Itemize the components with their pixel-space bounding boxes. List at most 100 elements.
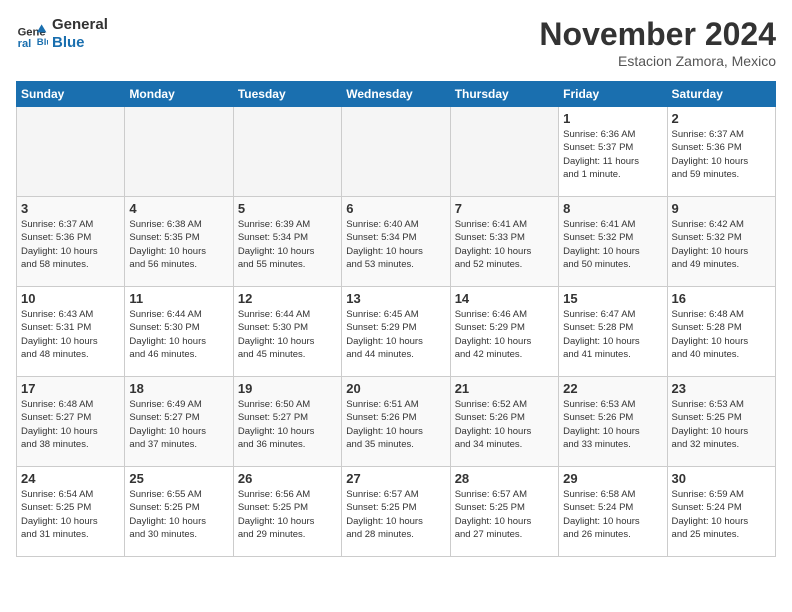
calendar-cell: 19Sunrise: 6:50 AM Sunset: 5:27 PM Dayli… bbox=[233, 377, 341, 467]
day-number: 5 bbox=[238, 201, 337, 216]
calendar-cell: 17 Sunrise: 6:48 AM Sunset: 5:27 PM Dayli… bbox=[17, 377, 125, 467]
day-number: 26 bbox=[238, 471, 337, 486]
calendar-cell: 28Sunrise: 6:57 AM Sunset: 5:25 PM Dayli… bbox=[450, 467, 558, 557]
calendar-cell: 21 Sunrise: 6:52 AM Sunset: 5:26 PM Dayli… bbox=[450, 377, 558, 467]
day-number: 14 bbox=[455, 291, 554, 306]
day-info: Sunrise: 6:47 AM Sunset: 5:28 PM Dayligh… bbox=[563, 308, 662, 361]
day-number: 28 bbox=[455, 471, 554, 486]
svg-text:Blue: Blue bbox=[37, 37, 48, 48]
day-info: Sunrise: 6:41 AM Sunset: 5:32 PM Dayligh… bbox=[563, 218, 662, 271]
calendar-cell bbox=[125, 107, 233, 197]
calendar-cell: 24Sunrise: 6:54 AM Sunset: 5:25 PM Dayli… bbox=[17, 467, 125, 557]
calendar-cell bbox=[342, 107, 450, 197]
day-info: Sunrise: 6:49 AM Sunset: 5:27 PM Dayligh… bbox=[129, 398, 228, 451]
day-number: 29 bbox=[563, 471, 662, 486]
day-info: Sunrise: 6:48 AM Sunset: 5:27 PM Dayligh… bbox=[21, 398, 120, 451]
day-number: 23 bbox=[672, 381, 771, 396]
calendar-cell: 5 Sunrise: 6:39 AM Sunset: 5:34 PM Daylig… bbox=[233, 197, 341, 287]
month-title: November 2024 bbox=[539, 16, 776, 53]
calendar-cell: 15 Sunrise: 6:47 AM Sunset: 5:28 PM Dayli… bbox=[559, 287, 667, 377]
day-number: 9 bbox=[672, 201, 771, 216]
day-number: 6 bbox=[346, 201, 445, 216]
day-number: 17 bbox=[21, 381, 120, 396]
day-number: 3 bbox=[21, 201, 120, 216]
day-info: Sunrise: 6:46 AM Sunset: 5:29 PM Dayligh… bbox=[455, 308, 554, 361]
location: Estacion Zamora, Mexico bbox=[539, 53, 776, 69]
weekday-header-sunday: Sunday bbox=[17, 82, 125, 107]
day-info: Sunrise: 6:37 AM Sunset: 5:36 PM Dayligh… bbox=[21, 218, 120, 271]
page-header: Gene ral Blue General Blue November 2024… bbox=[16, 16, 776, 69]
calendar-cell: 8Sunrise: 6:41 AM Sunset: 5:32 PM Daylig… bbox=[559, 197, 667, 287]
day-info: Sunrise: 6:39 AM Sunset: 5:34 PM Dayligh… bbox=[238, 218, 337, 271]
day-info: Sunrise: 6:40 AM Sunset: 5:34 PM Dayligh… bbox=[346, 218, 445, 271]
calendar-cell: 26 Sunrise: 6:56 AM Sunset: 5:25 PM Dayli… bbox=[233, 467, 341, 557]
day-info: Sunrise: 6:53 AM Sunset: 5:26 PM Dayligh… bbox=[563, 398, 662, 451]
calendar-cell: 6 Sunrise: 6:40 AM Sunset: 5:34 PM Daylig… bbox=[342, 197, 450, 287]
calendar-week-row: 24Sunrise: 6:54 AM Sunset: 5:25 PM Dayli… bbox=[17, 467, 776, 557]
day-info: Sunrise: 6:44 AM Sunset: 5:30 PM Dayligh… bbox=[238, 308, 337, 361]
day-number: 22 bbox=[563, 381, 662, 396]
calendar-cell: 27 Sunrise: 6:57 AM Sunset: 5:25 PM Dayli… bbox=[342, 467, 450, 557]
day-info: Sunrise: 6:45 AM Sunset: 5:29 PM Dayligh… bbox=[346, 308, 445, 361]
calendar-cell: 10 Sunrise: 6:43 AM Sunset: 5:31 PM Dayli… bbox=[17, 287, 125, 377]
calendar-cell: 2 Sunrise: 6:37 AM Sunset: 5:36 PM Daylig… bbox=[667, 107, 775, 197]
day-info: Sunrise: 6:57 AM Sunset: 5:25 PM Dayligh… bbox=[346, 488, 445, 541]
day-number: 4 bbox=[129, 201, 228, 216]
calendar-cell: 29 Sunrise: 6:58 AM Sunset: 5:24 PM Dayli… bbox=[559, 467, 667, 557]
day-number: 20 bbox=[346, 381, 445, 396]
calendar-cell: 18 Sunrise: 6:49 AM Sunset: 5:27 PM Dayli… bbox=[125, 377, 233, 467]
logo: Gene ral Blue General Blue bbox=[16, 16, 108, 52]
day-number: 15 bbox=[563, 291, 662, 306]
day-number: 13 bbox=[346, 291, 445, 306]
logo-line2: Blue bbox=[52, 34, 108, 52]
day-number: 11 bbox=[129, 291, 228, 306]
weekday-header-saturday: Saturday bbox=[667, 82, 775, 107]
day-info: Sunrise: 6:56 AM Sunset: 5:25 PM Dayligh… bbox=[238, 488, 337, 541]
calendar-cell: 20Sunrise: 6:51 AM Sunset: 5:26 PM Dayli… bbox=[342, 377, 450, 467]
day-number: 21 bbox=[455, 381, 554, 396]
day-number: 25 bbox=[129, 471, 228, 486]
day-info: Sunrise: 6:44 AM Sunset: 5:30 PM Dayligh… bbox=[129, 308, 228, 361]
weekday-header-monday: Monday bbox=[125, 82, 233, 107]
calendar-cell: 1 Sunrise: 6:36 AM Sunset: 5:37 PM Daylig… bbox=[559, 107, 667, 197]
calendar-cell: 16Sunrise: 6:48 AM Sunset: 5:28 PM Dayli… bbox=[667, 287, 775, 377]
calendar-header-row: SundayMondayTuesdayWednesdayThursdayFrid… bbox=[17, 82, 776, 107]
calendar-week-row: 3 Sunrise: 6:37 AM Sunset: 5:36 PM Daylig… bbox=[17, 197, 776, 287]
day-info: Sunrise: 6:59 AM Sunset: 5:24 PM Dayligh… bbox=[672, 488, 771, 541]
day-number: 18 bbox=[129, 381, 228, 396]
day-number: 7 bbox=[455, 201, 554, 216]
day-number: 2 bbox=[672, 111, 771, 126]
day-number: 24 bbox=[21, 471, 120, 486]
weekday-header-friday: Friday bbox=[559, 82, 667, 107]
calendar-table: SundayMondayTuesdayWednesdayThursdayFrid… bbox=[16, 81, 776, 557]
calendar-cell: 30Sunrise: 6:59 AM Sunset: 5:24 PM Dayli… bbox=[667, 467, 775, 557]
calendar-cell: 22 Sunrise: 6:53 AM Sunset: 5:26 PM Dayli… bbox=[559, 377, 667, 467]
day-info: Sunrise: 6:37 AM Sunset: 5:36 PM Dayligh… bbox=[672, 128, 771, 181]
weekday-header-wednesday: Wednesday bbox=[342, 82, 450, 107]
day-info: Sunrise: 6:42 AM Sunset: 5:32 PM Dayligh… bbox=[672, 218, 771, 271]
day-number: 10 bbox=[21, 291, 120, 306]
calendar-cell: 25 Sunrise: 6:55 AM Sunset: 5:25 PM Dayli… bbox=[125, 467, 233, 557]
calendar-cell: 12Sunrise: 6:44 AM Sunset: 5:30 PM Dayli… bbox=[233, 287, 341, 377]
day-info: Sunrise: 6:36 AM Sunset: 5:37 PM Dayligh… bbox=[563, 128, 662, 181]
day-info: Sunrise: 6:48 AM Sunset: 5:28 PM Dayligh… bbox=[672, 308, 771, 361]
day-info: Sunrise: 6:43 AM Sunset: 5:31 PM Dayligh… bbox=[21, 308, 120, 361]
day-info: Sunrise: 6:52 AM Sunset: 5:26 PM Dayligh… bbox=[455, 398, 554, 451]
calendar-cell: 14 Sunrise: 6:46 AM Sunset: 5:29 PM Dayli… bbox=[450, 287, 558, 377]
day-info: Sunrise: 6:58 AM Sunset: 5:24 PM Dayligh… bbox=[563, 488, 662, 541]
calendar-cell: 11 Sunrise: 6:44 AM Sunset: 5:30 PM Dayli… bbox=[125, 287, 233, 377]
calendar-cell: 4 Sunrise: 6:38 AM Sunset: 5:35 PM Daylig… bbox=[125, 197, 233, 287]
logo-line1: General bbox=[52, 16, 108, 34]
calendar-body: 1 Sunrise: 6:36 AM Sunset: 5:37 PM Daylig… bbox=[17, 107, 776, 557]
day-info: Sunrise: 6:38 AM Sunset: 5:35 PM Dayligh… bbox=[129, 218, 228, 271]
calendar-cell: 13 Sunrise: 6:45 AM Sunset: 5:29 PM Dayli… bbox=[342, 287, 450, 377]
calendar-cell bbox=[17, 107, 125, 197]
day-number: 1 bbox=[563, 111, 662, 126]
calendar-cell: 7Sunrise: 6:41 AM Sunset: 5:33 PM Daylig… bbox=[450, 197, 558, 287]
calendar-week-row: 10 Sunrise: 6:43 AM Sunset: 5:31 PM Dayli… bbox=[17, 287, 776, 377]
day-number: 27 bbox=[346, 471, 445, 486]
weekday-header-thursday: Thursday bbox=[450, 82, 558, 107]
day-info: Sunrise: 6:55 AM Sunset: 5:25 PM Dayligh… bbox=[129, 488, 228, 541]
weekday-header-tuesday: Tuesday bbox=[233, 82, 341, 107]
calendar-cell: 3 Sunrise: 6:37 AM Sunset: 5:36 PM Daylig… bbox=[17, 197, 125, 287]
